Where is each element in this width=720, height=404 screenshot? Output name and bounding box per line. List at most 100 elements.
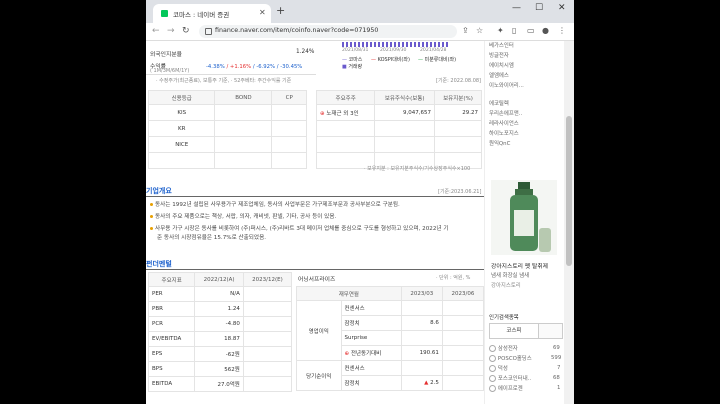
chart-legend-3: — 미분류대비(좌) (418, 57, 457, 63)
sidebar-item[interactable]: 원익QnC (489, 139, 510, 147)
sidebar-item[interactable]: 레라사이언스 (489, 119, 519, 127)
chart-legend-2: — KOSPI대비(좌) (371, 57, 410, 63)
credit-row-kis: KIS (147, 104, 216, 121)
lock-icon (205, 28, 212, 35)
mini-chart-bars (342, 42, 448, 47)
right-sidebar: 베가스인터 빙글전자 에이치시엠 엘엠에스 이노와이어리... 에코릴렉 우리손… (484, 41, 565, 404)
chart-legend-4: ■ 거래량 (342, 64, 363, 70)
sidepanel-icon[interactable]: ▯ (512, 26, 516, 35)
vertical-scrollbar[interactable] (564, 41, 574, 404)
company-date: [기준:2023.06.21] (438, 189, 482, 195)
split-icon[interactable]: ▭ (527, 26, 535, 35)
company-bullet-1: 동사는 1992년 설립된 사무용가구 제조업체임, 동사의 사업부문은 가구제… (150, 200, 400, 208)
minimize-icon[interactable]: — (512, 3, 521, 13)
scrollbar-thumb[interactable] (566, 116, 572, 266)
sidebar-item[interactable]: 빙글전자 (489, 51, 509, 59)
divider (146, 74, 316, 75)
url-text: finance.naver.com/item/coinfo.naver?code… (215, 27, 379, 34)
credit-header-rating: 신용등급 (147, 90, 216, 105)
sidebar-item[interactable]: 이노와이어리... (489, 81, 524, 89)
ad-line3: 강아지스토리 (491, 283, 521, 289)
earnings-surprise-table: 재무연월 2023/03 2023/06 영업이익 컨센서스 잠정치 8.6 Sur… (296, 286, 484, 391)
sidebar-item[interactable]: 베가스인터 (489, 41, 514, 49)
surprise-group-net: 당기순이익 (296, 360, 342, 391)
company-bullet-2: 동사의 주요 제품으로는 책상, 서랍, 의자, 캐비넷, 판넬, 기타, 공사… (150, 212, 336, 220)
extensions-icon[interactable]: ✦ (497, 26, 504, 35)
menu-kebab-icon[interactable]: ⋮ (558, 26, 566, 35)
foreign-ratio-value: 1.24% (296, 49, 315, 55)
popular-title: 인기검색종목 (489, 315, 519, 321)
ad-line2: 냄새 화장실 냄새 (491, 273, 530, 279)
ad-image[interactable] (491, 180, 557, 255)
table-row: ⊕ 노재근 외 3인 9,047,657 29.27 (315, 104, 482, 121)
return-1y: / -30.45% (276, 64, 303, 70)
list-item[interactable]: 에이프로젠 (489, 384, 523, 392)
ad-title[interactable]: 강아지스토리 펫 탈취제 (491, 261, 548, 270)
credit-row-kr: KR (147, 120, 216, 137)
holder-header-shares: 보유주식수(보통) (374, 90, 436, 105)
list-item[interactable]: 삼성전자 (489, 344, 518, 352)
section-divider (146, 269, 484, 270)
list-item[interactable]: 포스코인터내.. (489, 374, 531, 382)
forward-icon[interactable]: → (167, 26, 175, 36)
credit-row-nice: NICE (147, 136, 216, 153)
table-row: PER N/A (147, 286, 293, 302)
new-tab-icon[interactable]: + (276, 4, 285, 17)
return-3m: / +1.16% (226, 64, 252, 70)
sidebar-item[interactable]: 에코릴렉 (489, 99, 509, 107)
return-values: -4.38% / +1.16% / -6.92% / -30.45% (206, 64, 302, 70)
profile-avatar-icon[interactable]: ● (542, 26, 549, 35)
spray-bottle-icon (510, 182, 551, 252)
chart-legend-1: — 코마스 (342, 57, 363, 63)
omnibox[interactable]: finance.naver.com/item/coinfo.naver?code… (199, 25, 457, 38)
table-row: PCR -4.80 (147, 316, 293, 332)
page-content: 외국인지분율 1.24% 수익률 ( 1M/3M/6M/1Y) -4.38% /… (146, 41, 484, 404)
company-bullet-3: 사무용 가구 시장은 동사를 비롯하여 (주)퍼시스, (주)리바트 3대 메이… (150, 224, 448, 232)
return-6m: / -6.92% (252, 64, 276, 70)
popular-tabs: 코스피 (489, 323, 563, 339)
fund-header-2023: 2023/12(E) (242, 272, 293, 287)
surprise-header-key: 재무연월 (296, 286, 402, 301)
back-icon[interactable]: ← (152, 26, 160, 36)
credit-rating-table: 신용등급 BOND CP KIS KR NICE (147, 90, 307, 169)
list-item[interactable]: 덕성 (489, 364, 508, 372)
naver-favicon-icon (161, 10, 168, 17)
chart-date-3: 2021/04/28 (420, 48, 447, 53)
holder-shares-cell: 9,047,657 (374, 104, 436, 121)
surprise-header-q2: 2023/06 (441, 286, 484, 301)
sidebar-item[interactable]: 엘엠에스 (489, 71, 509, 79)
title-bar: 코마스 : 네이버 증권 ✕ + — ☐ ✕ (146, 0, 574, 23)
bookmark-star-icon[interactable]: ☆ (476, 26, 483, 35)
table-row: EBITDA 27.0억원 (147, 376, 293, 392)
table-row: EPS -62원 (147, 346, 293, 362)
table-row: PBR 1.24 (147, 301, 293, 317)
major-holder-table: 주요주주 보유주식수(보통) 보유지분(%) ⊕ 노재근 외 3인 9,047,65… (315, 90, 482, 169)
fund-header-2022: 2022/12(A) (194, 272, 244, 287)
holder-pct-cell: 29.27 (434, 104, 482, 121)
sidebar-item[interactable]: 우리손에프앤.. (489, 109, 522, 117)
credit-header-cp: CP (271, 90, 307, 105)
table-row: 영업이익 컨센서스 (296, 300, 484, 361)
list-item[interactable]: POSCO홀딩스 (489, 354, 532, 362)
section-divider (146, 196, 484, 197)
browser-tab[interactable]: 코마스 : 네이버 증권 ✕ (153, 4, 271, 23)
tab-title: 코마스 : 네이버 증권 (173, 11, 230, 19)
popular-value: 7 (557, 365, 561, 371)
yoy-cell[interactable]: ⊕ 전년동기대비 (340, 345, 402, 361)
sidebar-item[interactable]: 하이노포지스 (489, 129, 519, 137)
popular-value: 599 (551, 355, 562, 361)
reload-icon[interactable]: ↻ (182, 26, 190, 36)
fundamental-table: 주요지표 2022/12(A) 2023/12(E) PER N/A PBR 1.24 … (147, 272, 293, 392)
table-row: 당기순이익 컨센서스 (296, 360, 484, 391)
popular-value: 68 (553, 375, 560, 381)
return-note: · 수정주가(최근종료), 보통주 기준, · 52주베타: 주간수익률 기준 (156, 78, 292, 84)
close-window-icon[interactable]: ✕ (558, 3, 566, 13)
chart-date-2: 2021/09/30 (380, 48, 407, 53)
share-icon[interactable]: ⇪ (462, 26, 469, 35)
tab-kospi[interactable]: 코스피 (490, 324, 539, 338)
holder-name-cell[interactable]: ⊕ 노재근 외 3인 (315, 104, 376, 121)
popular-value: 1 (557, 385, 561, 391)
tab-close-icon[interactable]: ✕ (259, 8, 266, 17)
maximize-icon[interactable]: ☐ (535, 3, 543, 13)
sidebar-item[interactable]: 에이치시엠 (489, 61, 514, 69)
